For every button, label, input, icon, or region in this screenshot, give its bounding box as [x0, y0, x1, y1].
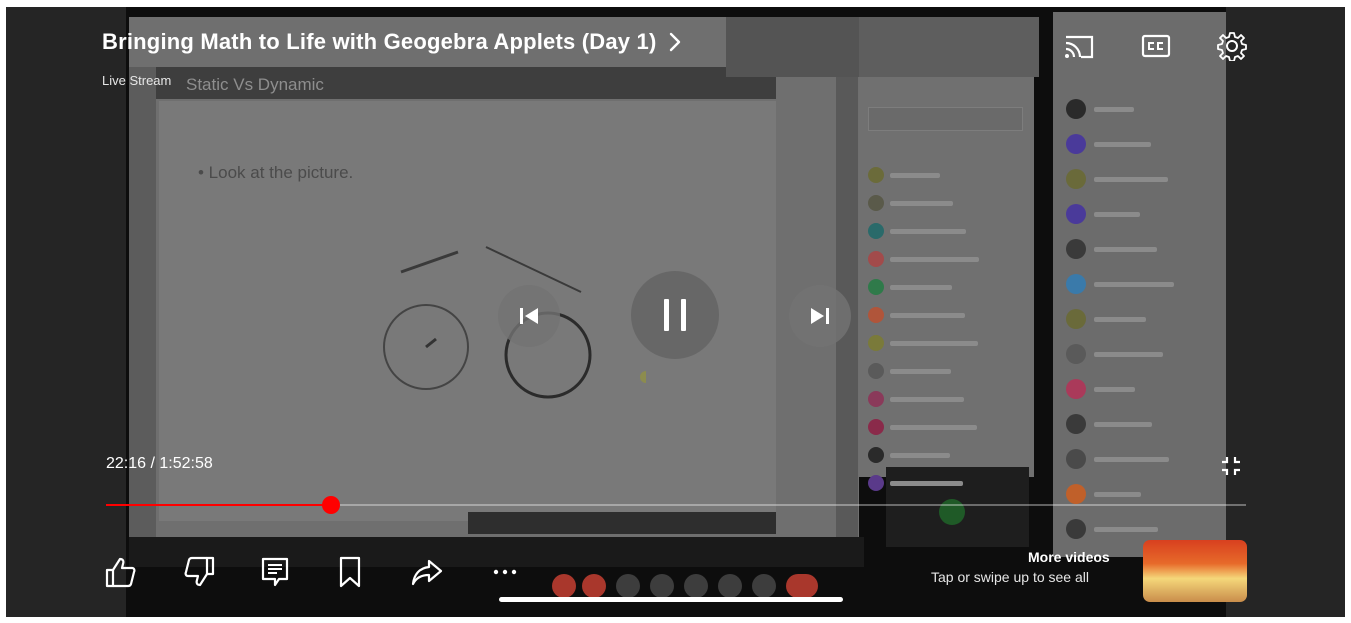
more-videos-title[interactable]: More videos	[1028, 549, 1110, 565]
participant-name	[1094, 457, 1169, 462]
slide-title: Static Vs Dynamic	[186, 75, 324, 94]
participant-avatar	[868, 279, 884, 295]
comments-icon[interactable]	[257, 554, 293, 590]
home-indicator[interactable]	[499, 597, 843, 602]
participant-avatar	[868, 307, 884, 323]
participant-name	[1094, 142, 1151, 147]
participant-avatar	[868, 363, 884, 379]
skip-next-icon	[811, 308, 829, 324]
participants-search	[868, 107, 1023, 131]
duration: 1:52:58	[159, 455, 213, 472]
participant-name	[1094, 212, 1140, 217]
exit-fullscreen-icon[interactable]	[1219, 454, 1243, 478]
call-control	[616, 574, 640, 598]
participant-name	[1094, 247, 1157, 252]
skip-previous-icon	[520, 308, 538, 324]
thumbs-down-icon[interactable]	[181, 554, 217, 590]
call-control	[718, 574, 742, 598]
video-title-row[interactable]: Bringing Math to Life with Geogebra Appl…	[102, 29, 681, 55]
participant-avatar	[1066, 274, 1086, 294]
participant-avatar	[868, 335, 884, 351]
video-player[interactable]: Static Vs Dynamic • Look at the picture.	[6, 7, 1345, 617]
gear-icon[interactable]	[1214, 31, 1250, 61]
participant-avatar	[868, 167, 884, 183]
participant-name	[890, 173, 940, 178]
participant-name	[1094, 177, 1168, 182]
participant-name	[890, 257, 979, 262]
more-horizontal-icon[interactable]	[487, 554, 523, 590]
participant-avatar	[1066, 449, 1086, 469]
thumbs-up-icon[interactable]	[103, 554, 139, 590]
participants-header	[859, 17, 1039, 77]
app-bottom-bar	[468, 512, 776, 534]
pause-button[interactable]	[631, 271, 719, 359]
call-control	[650, 574, 674, 598]
participant-avatar	[1066, 204, 1086, 224]
participant-name	[890, 397, 964, 402]
participant-avatar	[1066, 169, 1086, 189]
participant-avatar	[868, 223, 884, 239]
participant-name	[1094, 282, 1174, 287]
chevron-right-icon	[669, 32, 680, 52]
participant-avatar	[1066, 379, 1086, 399]
previous-button[interactable]	[498, 285, 560, 347]
participant-name	[890, 481, 963, 486]
pause-icon	[664, 299, 686, 331]
participant-avatar	[1066, 239, 1086, 259]
participant-avatar	[1066, 519, 1086, 539]
more-videos-hint: Tap or swipe up to see all	[931, 569, 1089, 585]
call-control	[786, 574, 818, 598]
call-control	[684, 574, 708, 598]
time-separator: /	[146, 455, 160, 472]
bookmark-icon[interactable]	[332, 554, 368, 590]
more-videos-thumbnail[interactable]	[1143, 540, 1247, 602]
participant-name	[890, 313, 965, 318]
participant-name	[890, 229, 966, 234]
scrubber-handle[interactable]	[321, 496, 340, 514]
participant-name	[1094, 352, 1163, 357]
participant-name	[890, 425, 977, 430]
participant-name	[1094, 527, 1158, 532]
progress-fill	[106, 504, 331, 506]
participant-avatar	[1066, 99, 1086, 119]
slide-diagram	[383, 246, 646, 399]
progress-bar[interactable]	[106, 496, 1246, 514]
participant-name	[1094, 422, 1152, 427]
participant-name	[890, 453, 950, 458]
participant-avatar	[1066, 134, 1086, 154]
cast-icon[interactable]	[1061, 31, 1097, 61]
participant-avatar	[868, 391, 884, 407]
next-button[interactable]	[789, 285, 851, 347]
call-control	[552, 574, 576, 598]
participant-avatar	[868, 419, 884, 435]
time-display: 22:16 / 1:52:58	[106, 455, 213, 473]
participant-name	[890, 341, 978, 346]
participant-name	[890, 285, 952, 290]
participant-avatar	[868, 447, 884, 463]
slide-bullet: • Look at the picture.	[198, 163, 354, 182]
participant-name	[1094, 107, 1134, 112]
call-control	[582, 574, 606, 598]
participant-avatar	[1066, 414, 1086, 434]
closed-captions-icon[interactable]	[1138, 31, 1174, 61]
participant-avatar	[1066, 484, 1086, 504]
live-stream-label: Live Stream	[102, 73, 172, 88]
participant-avatar	[1066, 344, 1086, 364]
participant-name	[1094, 317, 1146, 322]
share-icon[interactable]	[409, 554, 445, 590]
participant-avatar	[1066, 309, 1086, 329]
participant-name	[890, 201, 953, 206]
current-time: 22:16	[106, 455, 147, 472]
call-control	[752, 574, 776, 598]
avatar	[939, 499, 965, 525]
participant-name	[890, 369, 951, 374]
participant-avatar	[868, 195, 884, 211]
participant-name	[1094, 387, 1135, 392]
participant-avatar	[868, 475, 884, 491]
participant-avatar	[868, 251, 884, 267]
app-toolbar	[726, 17, 866, 77]
participant-name	[1094, 492, 1141, 497]
participants-panel-left	[859, 77, 1034, 477]
video-title[interactable]: Bringing Math to Life with Geogebra Appl…	[102, 29, 657, 55]
